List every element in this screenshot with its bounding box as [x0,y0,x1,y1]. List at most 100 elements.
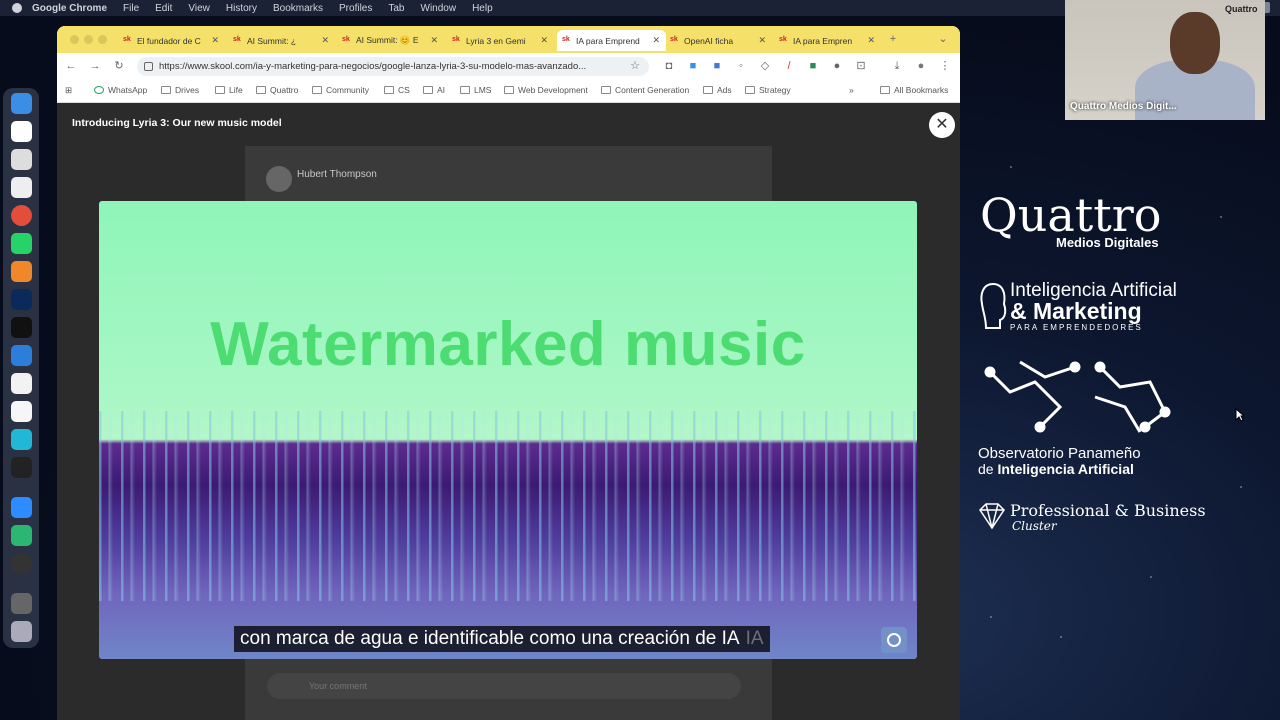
app-icon[interactable] [11,177,32,198]
address-bar[interactable]: https://www.skool.com/ia-y-marketing-par… [137,57,649,76]
extension-icon[interactable]: ● [831,60,843,72]
trash-icon[interactable] [11,621,32,642]
menu-history[interactable]: History [226,3,257,14]
menu-help[interactable]: Help [472,3,493,14]
tab-ia-emprendedores[interactable]: sk IA para Empren ✕ [779,30,881,51]
close-tab-icon[interactable]: ✕ [758,35,766,46]
caption-ghost-text: IA [745,628,764,649]
download-extension-icon[interactable]: ■ [687,60,699,72]
close-tab-icon[interactable]: ✕ [867,35,875,46]
bookmark-web-development[interactable]: Web Development [504,85,588,95]
skool-icon: sk [779,36,787,43]
piano-icon[interactable] [11,457,32,478]
menu-tab[interactable]: Tab [388,3,404,14]
profile-avatar[interactable]: ● [915,60,927,72]
menu-view[interactable]: View [188,3,210,14]
skool-icon: sk [123,36,131,43]
video-action-button[interactable] [881,627,907,653]
tab-ia-emprendedores-active[interactable]: sk IA para Emprend ✕ [557,30,666,51]
close-modal-button[interactable]: ✕ [929,112,955,138]
mouse-cursor-icon [1235,408,1245,422]
close-tab-icon[interactable]: ✕ [540,35,548,46]
menu-profiles[interactable]: Profiles [339,3,372,14]
notion-icon[interactable] [11,121,32,142]
tab-search-icon[interactable]: ⌄ [937,33,949,45]
chrome-icon[interactable] [11,205,32,226]
extension-icon[interactable]: ◦ [735,60,747,72]
new-tab-icon[interactable]: + [887,33,899,45]
extension-icon[interactable]: ■ [807,60,819,72]
close-tab-icon[interactable]: ✕ [211,35,219,46]
bookmark-life[interactable]: Life [215,85,243,95]
menu-file[interactable]: File [123,3,139,14]
close-tab-icon[interactable]: ✕ [321,35,329,46]
tab-lyria[interactable]: sk Lyria 3 en Gemi ✕ [452,30,554,51]
apps-grid-icon[interactable]: ⊞ [65,85,72,96]
bookmark-lms[interactable]: LMS [460,85,491,95]
bookmark-star-icon[interactable]: ☆ [629,60,641,72]
finder-icon[interactable] [11,93,32,114]
close-tab-icon[interactable]: ✕ [430,35,438,46]
maximize-window-icon[interactable] [98,35,107,44]
monday-icon[interactable] [11,401,32,422]
whatsapp-icon[interactable] [11,233,32,254]
tab-openai[interactable]: sk OpenAI ficha ✕ [670,30,772,51]
menu-bookmarks[interactable]: Bookmarks [273,3,323,14]
bookmark-community[interactable]: Community [312,85,369,95]
observatorio-line1: Observatorio Panameño [978,445,1141,462]
app-icon[interactable] [11,593,32,614]
canva-icon[interactable] [11,429,32,450]
app-icon[interactable] [11,525,32,546]
back-icon[interactable]: ← [65,60,77,72]
folder-icon [423,86,433,94]
close-tab-icon[interactable]: ✕ [652,35,660,46]
menu-kebab-icon[interactable]: ⋮ [939,60,951,72]
tab-ai-summit-2[interactable]: sk AI Summit: 😊 E ✕ [342,30,444,51]
photoshop-icon[interactable] [11,289,32,310]
bookmarks-bar: ⊞ WhatsApp Drives Life Quattro Community… [57,80,960,103]
apple-icon[interactable] [12,3,22,13]
comment-input[interactable]: Your comment [267,673,741,699]
reload-icon[interactable]: ↻ [113,60,125,72]
tab-ai-summit-1[interactable]: sk AI Summit: ¿ ✕ [233,30,335,51]
folder-icon [504,86,514,94]
downloads-icon[interactable]: ⤓ [891,60,903,72]
app-icon[interactable] [11,261,32,282]
translate-icon[interactable]: ■ [711,60,723,72]
capcut-icon[interactable] [11,317,32,338]
bookmark-quattro[interactable]: Quattro [256,85,298,95]
site-info-icon[interactable] [144,62,153,71]
extensions-puzzle-icon[interactable]: ⊡ [855,60,867,72]
video-player[interactable]: Watermarked music con marca de agua e id… [99,201,917,659]
folder-icon [880,86,890,94]
zoom-icon[interactable] [11,497,32,518]
bookmark-ads[interactable]: Ads [703,85,732,95]
app-icon[interactable] [11,373,32,394]
url-text: https://www.skool.com/ia-y-marketing-par… [159,61,587,72]
bookmark-drives[interactable]: Drives [161,85,199,95]
avatar[interactable] [266,166,292,192]
post-author[interactable]: Hubert Thompson [297,169,377,180]
bookmark-ai[interactable]: AI [423,85,445,95]
menu-window[interactable]: Window [421,3,457,14]
bookmark-whatsapp[interactable]: WhatsApp [94,85,147,95]
bookmark-content-generation[interactable]: Content Generation [601,85,689,95]
tab-el-fundador[interactable]: sk El fundador de C ✕ [123,30,225,51]
close-window-icon[interactable] [70,35,79,44]
menu-app-name[interactable]: Google Chrome [32,3,107,14]
bookmark-all-bookmarks[interactable]: All Bookmarks [880,85,948,95]
minimize-window-icon[interactable] [84,35,93,44]
video-frame-art [99,411,917,601]
pen-extension-icon[interactable]: / [783,60,795,72]
vscode-icon[interactable] [11,345,32,366]
bookmark-cs[interactable]: CS [384,85,410,95]
bookmark-strategy[interactable]: Strategy [745,85,791,95]
extension-icon[interactable]: ◇ [759,60,771,72]
webcam-logo: Quattro [1225,4,1258,14]
calendar-icon[interactable] [11,149,32,170]
app-icon[interactable] [11,553,32,574]
camera-icon[interactable]: ◘ [663,60,675,72]
forward-icon[interactable]: → [89,60,101,72]
menu-edit[interactable]: Edit [155,3,172,14]
bookmarks-overflow-icon[interactable]: » [849,85,854,95]
